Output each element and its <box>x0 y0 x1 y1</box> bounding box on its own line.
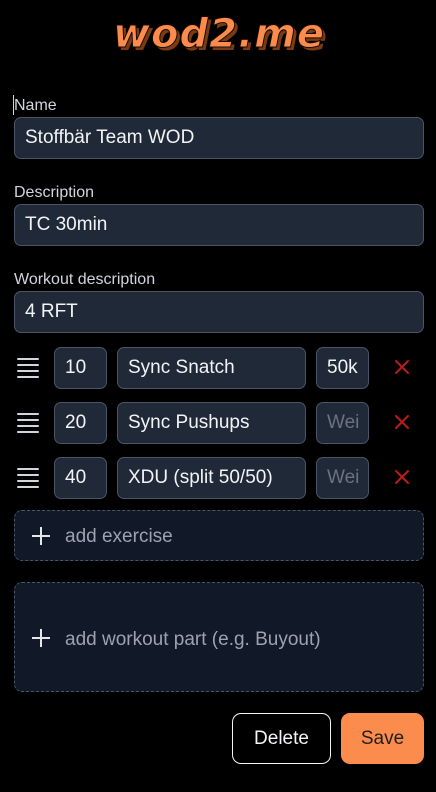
plus-icon <box>32 527 50 545</box>
app-logo: wod2.me wod2.me <box>0 8 436 64</box>
description-input[interactable]: TC 30min <box>14 204 424 246</box>
reps-input[interactable]: 10 <box>54 347 107 389</box>
add-workout-part-label: add workout part (e.g. Buyout) <box>65 629 321 650</box>
add-workout-part-button[interactable]: add workout part (e.g. Buyout) <box>14 582 424 692</box>
reps-input[interactable]: 40 <box>54 457 107 499</box>
weight-input[interactable]: Wei <box>316 402 369 444</box>
add-exercise-label: add exercise <box>65 526 173 547</box>
plus-icon <box>32 629 50 647</box>
drag-handle-icon[interactable] <box>17 413 39 433</box>
exercise-name-input[interactable]: Sync Snatch <box>117 347 306 389</box>
close-icon[interactable] <box>392 357 412 377</box>
reps-input[interactable]: 20 <box>54 402 107 444</box>
weight-input[interactable]: Wei <box>316 457 369 499</box>
text-caret <box>13 95 14 115</box>
drag-handle-icon[interactable] <box>17 468 39 488</box>
name-input[interactable]: Stoffbär Team WOD <box>14 117 424 159</box>
workout-description-input[interactable]: 4 RFT <box>14 291 424 333</box>
description-field-group: Description TC 30min <box>14 182 424 246</box>
exercise-row: 20 Sync Pushups Wei <box>14 402 424 444</box>
add-exercise-button[interactable]: add exercise <box>14 510 424 561</box>
exercise-row: 40 XDU (split 50/50) Wei <box>14 457 424 499</box>
drag-handle-icon[interactable] <box>17 358 39 378</box>
workout-description-field-group: Workout description 4 RFT <box>14 269 424 333</box>
logo-svg: wod2.me wod2.me <box>113 11 327 61</box>
weight-input[interactable]: 50k <box>316 347 369 389</box>
close-icon[interactable] <box>392 412 412 432</box>
exercise-name-input[interactable]: XDU (split 50/50) <box>117 457 306 499</box>
description-label: Description <box>14 184 95 201</box>
exercise-row: 10 Sync Snatch 50k <box>14 347 424 389</box>
name-field-group: Name Stoffbär Team WOD <box>13 95 424 159</box>
delete-button[interactable]: Delete <box>232 713 331 764</box>
exercise-name-input[interactable]: Sync Pushups <box>117 402 306 444</box>
name-label: Name <box>14 97 57 114</box>
workout-description-label: Workout description <box>14 271 156 288</box>
logo-text: wod2.me <box>113 11 325 57</box>
save-button[interactable]: Save <box>341 713 424 764</box>
close-icon[interactable] <box>392 467 412 487</box>
